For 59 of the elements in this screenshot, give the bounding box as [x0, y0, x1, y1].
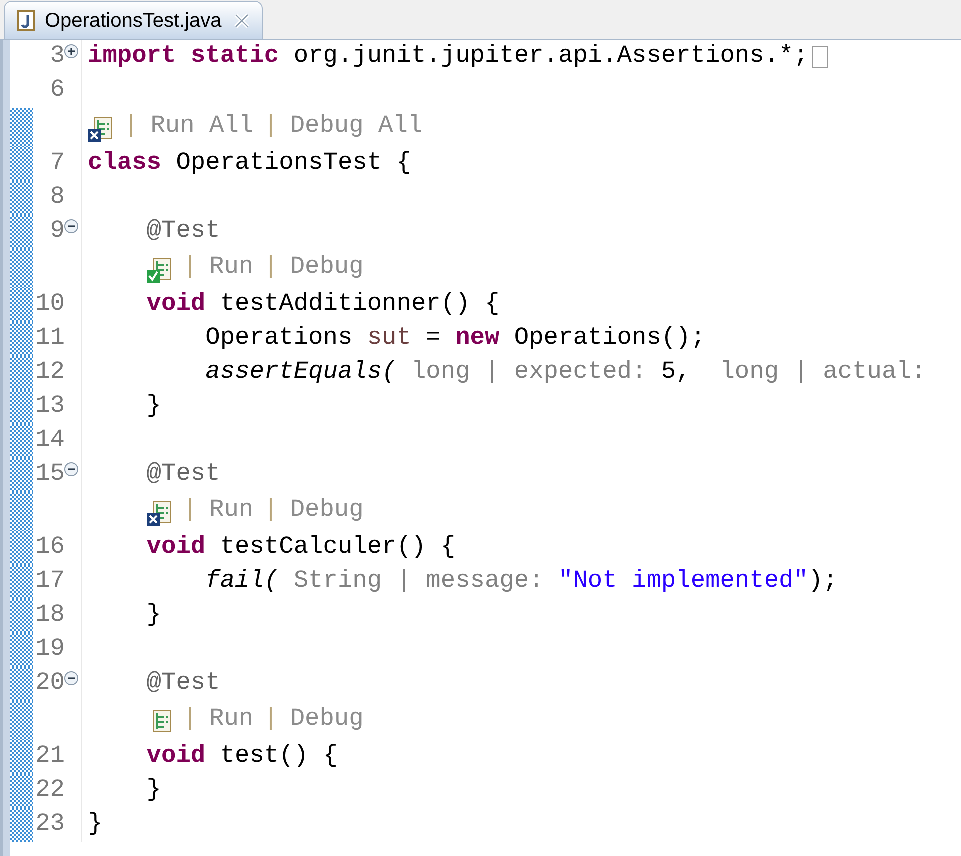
code-lens-link[interactable]: Debug [290, 250, 364, 287]
code-line: } [146, 776, 162, 806]
expand-icon[interactable] [64, 44, 79, 59]
code-line: @Test [146, 460, 220, 490]
line-number: 16 [36, 532, 65, 563]
line-number: 7 [50, 148, 65, 179]
line-number: 15 [36, 460, 65, 490]
line-number: 12 [36, 358, 65, 388]
code-lens-link[interactable]: Run [210, 702, 254, 739]
separator: | [182, 496, 198, 526]
separator: | [264, 496, 278, 526]
line-number: 6 [50, 76, 65, 106]
collapse-icon[interactable] [64, 671, 79, 686]
line-number: 3 [50, 42, 65, 72]
line-number: 23 [36, 810, 65, 840]
code-line: Operations sut = new Operations(); [204, 324, 706, 354]
code-line: @Test [146, 216, 220, 247]
code-line: void testCalculer() { [146, 532, 456, 563]
line-number: 14 [36, 426, 65, 456]
collapse-icon[interactable] [64, 219, 79, 234]
java-file-icon [17, 10, 37, 32]
code-lens-link[interactable]: Debug [290, 702, 364, 739]
code-line: class OperationsTest { [88, 148, 412, 179]
code-line: } [146, 600, 162, 631]
separator: | [264, 112, 278, 142]
line-number: 13 [36, 392, 65, 422]
close-icon[interactable] [234, 12, 250, 28]
separator: | [182, 705, 198, 736]
separator: | [182, 253, 198, 284]
code-line: void testAdditionner() { [146, 290, 500, 320]
code-line: void test() { [146, 742, 338, 772]
code-lens-link[interactable]: Debug All [290, 109, 423, 146]
separator: | [124, 112, 139, 142]
line-number: 11 [36, 324, 65, 354]
separator: | [264, 705, 278, 736]
tab-title: OperationsTest.java [45, 8, 222, 34]
editor-tab[interactable]: OperationsTest.java [4, 1, 263, 39]
collapse-icon[interactable] [64, 462, 79, 477]
code-line: } [88, 810, 103, 840]
code-lens-link[interactable]: Run [210, 250, 254, 287]
code-line: @Test [146, 668, 220, 699]
line-number: 10 [36, 290, 65, 320]
code-lens-link[interactable]: Run [210, 493, 254, 530]
line-number: 8 [50, 182, 65, 213]
line-number: 21 [36, 742, 65, 772]
code-lens-link[interactable]: Run All [150, 109, 254, 146]
code-line: assertEquals( long | expected: 5, long | actual: [204, 358, 926, 388]
code-line: } [146, 392, 162, 422]
line-number: 19 [36, 634, 65, 665]
line-number: 20 [36, 668, 65, 699]
line-number: 9 [50, 216, 65, 247]
code-lens-link[interactable]: Debug [290, 493, 364, 530]
line-number: 22 [36, 776, 65, 806]
code-line: import static org.junit.jupiter.api.Assertions.*; [88, 42, 808, 72]
separator: | [264, 253, 278, 284]
line-number: 18 [36, 600, 65, 631]
code-line: fail( String | message: "Not implemented"); [204, 566, 838, 597]
folded-code-icon[interactable] [812, 46, 828, 68]
line-number: 17 [36, 566, 65, 597]
